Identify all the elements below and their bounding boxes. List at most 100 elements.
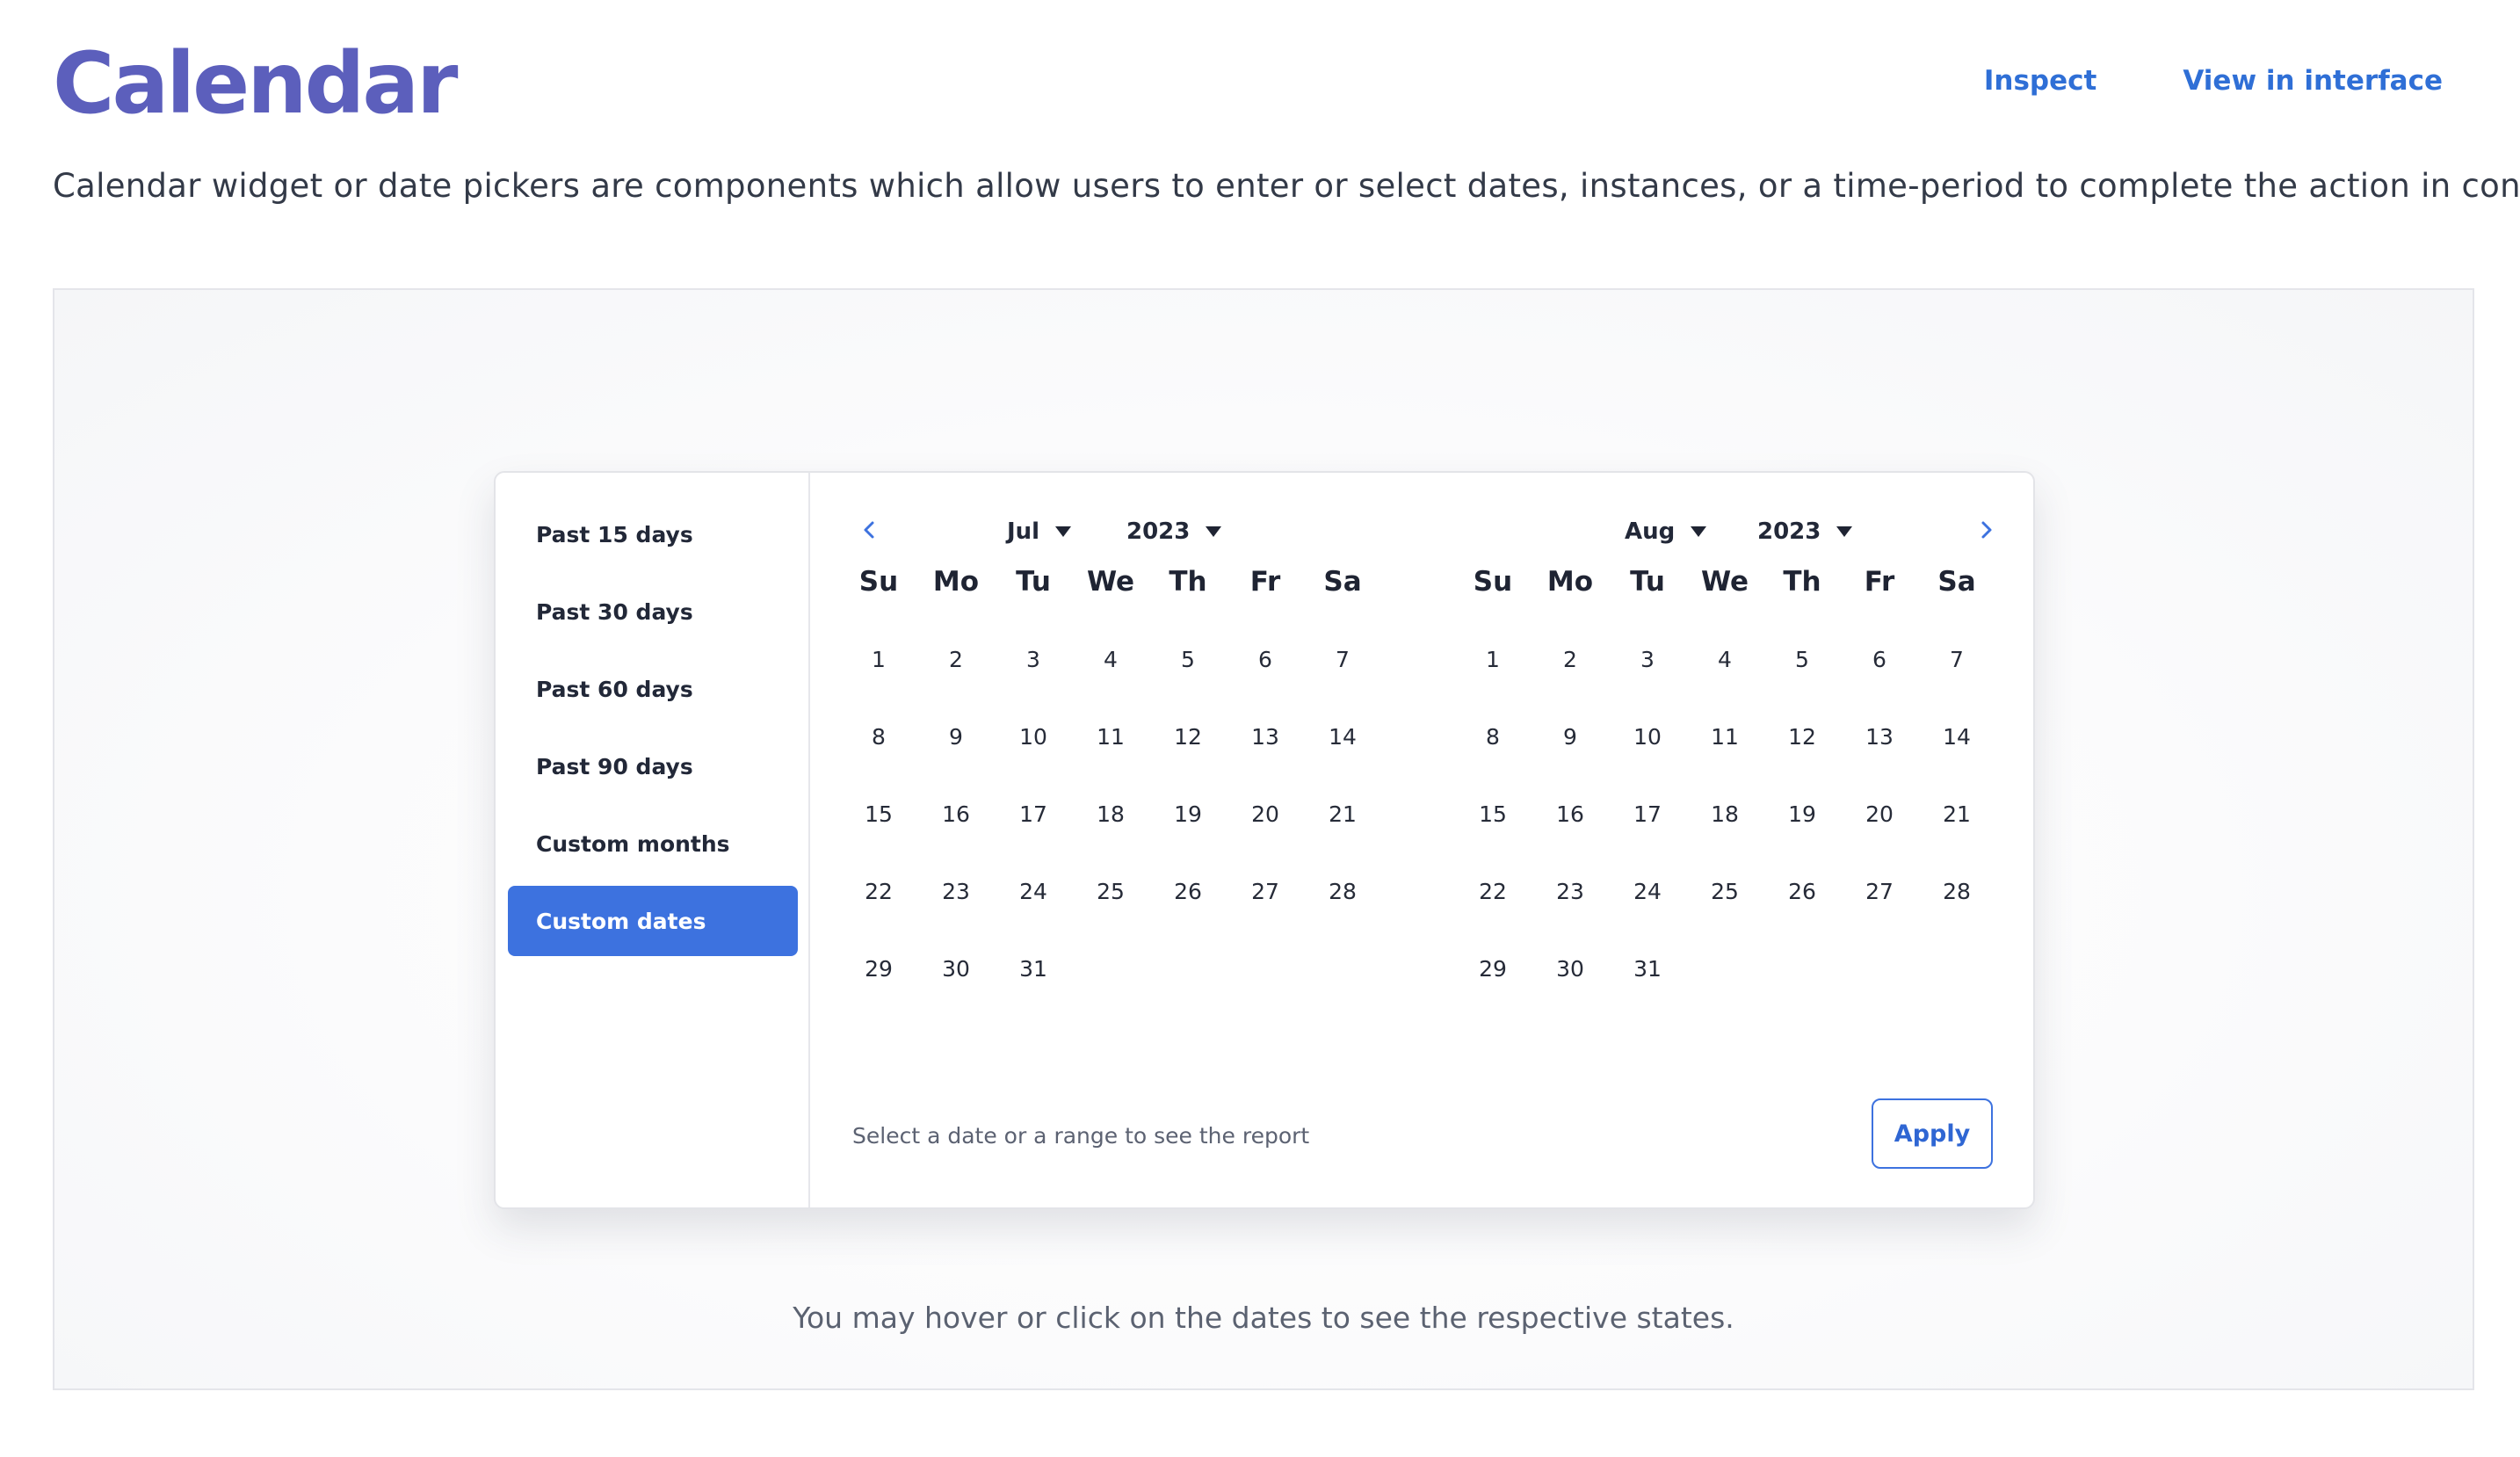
day-cell[interactable]: 3 — [1609, 620, 1686, 698]
month-select-left-value: Jul — [1007, 518, 1040, 545]
day-cell[interactable]: 2 — [1532, 620, 1609, 698]
year-select-left-value: 2023 — [1126, 518, 1191, 545]
day-cell[interactable]: 11 — [1072, 698, 1149, 775]
day-cell[interactable]: 26 — [1149, 852, 1227, 930]
day-cell[interactable]: 31 — [995, 930, 1072, 1007]
day-cell[interactable]: 13 — [1227, 698, 1304, 775]
day-cell[interactable]: 15 — [1454, 775, 1532, 852]
day-cell[interactable]: 28 — [1918, 852, 1995, 930]
preset-past-30-days[interactable]: Past 30 days — [508, 576, 798, 647]
day-cell[interactable]: 31 — [1609, 930, 1686, 1007]
day-cell[interactable]: 18 — [1686, 775, 1763, 852]
calendar-area: Jul 2023 Su Mo Tu We Th Fr Sa 1 2 3 4 5 6 7 8 9 10 11 12 13… — [810, 473, 2033, 1207]
day-cell[interactable]: 3 — [995, 620, 1072, 698]
day-cell[interactable]: 8 — [1454, 698, 1532, 775]
date-picker: Past 15 days Past 30 days Past 60 days P… — [494, 471, 2035, 1209]
preset-past-60-days[interactable]: Past 60 days — [508, 654, 798, 724]
month-select-left[interactable]: Jul — [1007, 518, 1072, 545]
page-title: Calendar — [53, 34, 458, 133]
day-cell[interactable]: 1 — [840, 620, 917, 698]
day-cell[interactable]: 14 — [1918, 698, 1995, 775]
year-select-right-value: 2023 — [1757, 518, 1821, 545]
month-right: Aug 2023 Su Mo Tu We Th Fr Sa 1 2 3 4 5 6 7 8 9 10 11 12 13… — [1454, 473, 1999, 1007]
day-cell[interactable]: 7 — [1918, 620, 1995, 698]
caret-down-icon — [1055, 526, 1072, 537]
day-cell[interactable]: 12 — [1763, 698, 1841, 775]
day-cell[interactable]: 6 — [1227, 620, 1304, 698]
day-cell[interactable]: 22 — [1454, 852, 1532, 930]
day-cell[interactable]: 18 — [1072, 775, 1149, 852]
preset-panel: Past 15 days Past 30 days Past 60 days P… — [496, 473, 810, 1207]
day-cell[interactable]: 10 — [1609, 698, 1686, 775]
day-cell[interactable]: 13 — [1841, 698, 1918, 775]
caret-down-icon — [1836, 526, 1853, 537]
inspect-link[interactable]: Inspect — [1984, 65, 2096, 97]
day-cell[interactable]: 22 — [840, 852, 917, 930]
day-cell[interactable]: 24 — [995, 852, 1072, 930]
day-cell[interactable]: 7 — [1304, 620, 1381, 698]
day-cell[interactable]: 23 — [1532, 852, 1609, 930]
day-cell[interactable]: 24 — [1609, 852, 1686, 930]
day-cell[interactable]: 30 — [1532, 930, 1609, 1007]
day-cell[interactable]: 19 — [1763, 775, 1841, 852]
day-cell[interactable]: 23 — [917, 852, 995, 930]
caret-down-icon — [1691, 526, 1707, 537]
day-cell[interactable]: 5 — [1763, 620, 1841, 698]
footer-hint-text: Select a date or a range to see the repo… — [852, 1123, 1310, 1149]
day-cell[interactable]: 8 — [840, 698, 917, 775]
day-cell[interactable]: 26 — [1763, 852, 1841, 930]
day-cell[interactable]: 16 — [1532, 775, 1609, 852]
month-select-right-value: Aug — [1625, 518, 1676, 545]
day-cell[interactable]: 28 — [1304, 852, 1381, 930]
day-cell[interactable]: 4 — [1686, 620, 1763, 698]
day-cell[interactable]: 11 — [1686, 698, 1763, 775]
day-cell[interactable]: 30 — [917, 930, 995, 1007]
day-cell[interactable]: 25 — [1686, 852, 1763, 930]
day-cell[interactable]: 21 — [1304, 775, 1381, 852]
day-cell[interactable]: 9 — [1532, 698, 1609, 775]
day-cell[interactable]: 10 — [995, 698, 1072, 775]
demo-frame: Past 15 days Past 30 days Past 60 days P… — [53, 288, 2474, 1390]
month-right-header: Aug 2023 — [1454, 473, 1999, 596]
day-cell[interactable]: 2 — [917, 620, 995, 698]
view-in-interface-link[interactable]: View in interface — [2183, 65, 2443, 97]
header-links: Inspect View in interface — [1984, 65, 2443, 97]
day-cell[interactable]: 19 — [1149, 775, 1227, 852]
preset-past-15-days[interactable]: Past 15 days — [508, 499, 798, 569]
day-cell[interactable]: 27 — [1841, 852, 1918, 930]
month-select-right[interactable]: Aug — [1625, 518, 1707, 545]
day-cell[interactable]: 5 — [1149, 620, 1227, 698]
page: Calendar Inspect View in interface Calen… — [0, 0, 2520, 1457]
page-description: Calendar widget or date pickers are comp… — [53, 167, 2520, 205]
year-select-left[interactable]: 2023 — [1126, 518, 1222, 545]
preset-custom-months[interactable]: Custom months — [508, 808, 798, 879]
day-cell[interactable]: 6 — [1841, 620, 1918, 698]
day-cell[interactable]: 20 — [1227, 775, 1304, 852]
caret-down-icon — [1206, 526, 1222, 537]
month-left: Jul 2023 Su Mo Tu We Th Fr Sa 1 2 3 4 5 6 7 8 9 10 11 12 13… — [840, 473, 1385, 1007]
day-cell[interactable]: 25 — [1072, 852, 1149, 930]
month-left-header: Jul 2023 — [840, 473, 1385, 596]
day-cell[interactable]: 21 — [1918, 775, 1995, 852]
day-cell[interactable]: 20 — [1841, 775, 1918, 852]
day-grid-left: Su Mo Tu We Th Fr Sa 1 2 3 4 5 6 7 8 9 10 11 12 13 14 15 16 17 1… — [840, 543, 1385, 1007]
day-cell[interactable]: 27 — [1227, 852, 1304, 930]
chevron-left-icon[interactable] — [856, 517, 882, 543]
day-cell[interactable]: 12 — [1149, 698, 1227, 775]
apply-button[interactable]: Apply — [1872, 1098, 1993, 1169]
preset-past-90-days[interactable]: Past 90 days — [508, 731, 798, 801]
day-cell[interactable]: 15 — [840, 775, 917, 852]
day-cell[interactable]: 17 — [1609, 775, 1686, 852]
year-select-right[interactable]: 2023 — [1757, 518, 1853, 545]
chevron-right-icon[interactable] — [1973, 517, 2000, 543]
day-cell[interactable]: 29 — [1454, 930, 1532, 1007]
day-cell[interactable]: 14 — [1304, 698, 1381, 775]
day-cell[interactable]: 4 — [1072, 620, 1149, 698]
day-cell[interactable]: 29 — [840, 930, 917, 1007]
day-cell[interactable]: 16 — [917, 775, 995, 852]
day-cell[interactable]: 1 — [1454, 620, 1532, 698]
preset-custom-dates[interactable]: Custom dates — [508, 886, 798, 956]
day-cell[interactable]: 17 — [995, 775, 1072, 852]
day-cell[interactable]: 9 — [917, 698, 995, 775]
hover-hint-text: You may hover or click on the dates to s… — [793, 1301, 1734, 1335]
